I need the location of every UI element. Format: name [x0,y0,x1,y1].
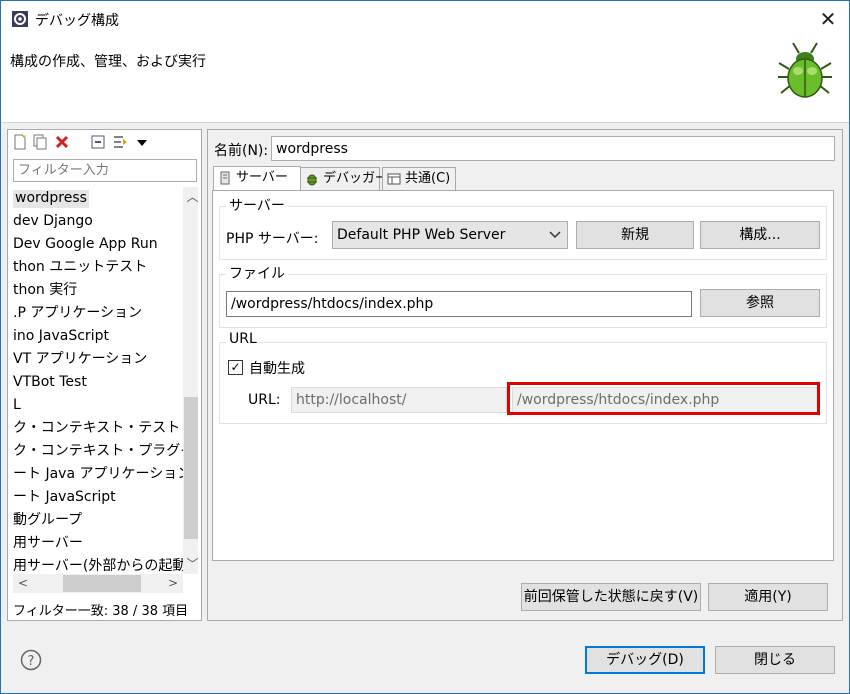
list-item[interactable]: ート Java アプリケーション [13,463,183,486]
list-item[interactable]: ク・コンテキスト・プラグイン・テ [13,440,183,463]
php-server-label: PHP サーバー: [226,231,319,247]
collapse-all-icon[interactable] [90,134,106,150]
server-tab-content: サーバー PHP サーバー: Default PHP Web Server 新規… [212,190,834,561]
horizontal-scrollbar[interactable]: < > [13,574,183,593]
new-server-button[interactable]: 新規 [576,221,694,249]
filter-icon[interactable] [112,134,128,150]
debug-bug-icon [778,42,832,98]
window-title: デバッグ構成 [35,13,119,29]
debug-configurations-dialog: デバッグ構成 ✕ 構成の作成、管理、および実行 フィルター入力 wordpres… [0,0,850,694]
url-group-title: URL [226,331,260,347]
url-base-field[interactable]: http://localhost/ [291,387,507,413]
list-item[interactable]: 用サーバー [13,532,183,555]
revert-button[interactable]: 前回保管した状態に戻す(V) [521,583,701,611]
chevron-down-icon[interactable] [134,134,150,150]
list-item[interactable]: .P アプリケーション [13,302,183,325]
file-group: ファイル /wordpress/htdocs/index.php 参照 [219,263,827,328]
name-label: 名前(N): [214,143,269,159]
scroll-left-icon[interactable]: < [13,574,33,593]
close-icon[interactable]: ✕ [813,5,843,33]
close-button[interactable]: 閉じる [715,646,835,674]
list-item[interactable]: VT アプリケーション [13,348,183,371]
bug-icon [307,174,317,186]
list-item[interactable]: thon 実行 [13,279,183,302]
duplicate-icon[interactable] [32,134,48,150]
list-item[interactable]: 動グループ [13,509,183,532]
scroll-right-icon[interactable]: > [163,574,183,593]
auto-generate-label: 自動生成 [249,361,305,377]
tab-common[interactable]: 共通(C) [382,167,456,191]
php-server-value: Default PHP Web Server [337,227,506,243]
svg-text:?: ? [28,654,35,669]
title-bar: デバッグ構成 ✕ [1,1,849,37]
debug-button[interactable]: デバッグ(D) [585,646,705,674]
auto-generate-checkbox[interactable]: ✓ [228,360,243,375]
list-item[interactable]: ino JavaScript [13,325,183,348]
file-path-field[interactable]: /wordpress/htdocs/index.php [226,291,692,317]
tab-debugger[interactable]: デバッガー [300,167,388,191]
name-field[interactable] [271,136,835,161]
configuration-toolbar [8,130,201,156]
vertical-scrollbar[interactable]: ︿ ﹀ [183,187,198,574]
scroll-up-icon[interactable]: ︿ [183,187,198,207]
file-group-title: ファイル [226,263,288,283]
configuration-list-items: wordpress dev Django Dev Google App Run … [13,187,183,574]
list-item[interactable]: ート JavaScript [13,486,183,509]
chevron-down-icon [549,231,561,239]
url-group: URL ✓ 自動生成 URL: http://localhost/ /wordp… [219,331,827,424]
tab-server-label: サーバー [236,170,288,185]
filter-match-status: フィルター一致: 38 / 38 項目 [13,604,189,619]
list-item[interactable]: thon ユニットテスト [13,256,183,279]
horizontal-scroll-thumb[interactable] [63,575,141,592]
apply-button[interactable]: 適用(Y) [708,583,828,611]
launch-configuration-tree-panel: wordpress dev Django Dev Google App Run … [7,129,202,621]
php-server-select[interactable]: Default PHP Web Server [332,221,568,249]
banner-description: 構成の作成、管理、および実行 [10,54,206,70]
common-icon [387,173,401,185]
help-icon[interactable]: ? [20,649,42,671]
configure-server-button[interactable]: 構成... [700,221,820,249]
header-banner: 構成の作成、管理、および実行 [1,37,849,123]
server-group-title: サーバー [226,195,288,215]
configuration-editor-panel: 名前(N): サーバー デバッガー 共通(C) サーバー PHP サーバー: [207,129,843,621]
new-configuration-icon[interactable] [12,134,28,150]
tab-common-label: 共通(C) [405,171,451,186]
browse-button[interactable]: 参照 [700,289,820,317]
list-item[interactable]: 用サーバー(外部からの起動) [13,555,183,574]
server-group: サーバー PHP サーバー: Default PHP Web Server 新規… [219,195,827,260]
list-item[interactable]: L [13,394,183,417]
vertical-scroll-thumb[interactable] [184,397,198,539]
configuration-list: wordpress dev Django Dev Google App Run … [13,187,198,593]
tab-server[interactable]: サーバー [213,166,301,192]
list-item[interactable]: dev Django [13,210,183,233]
eclipse-gear-icon [12,11,28,27]
list-item[interactable]: VTBot Test [13,371,183,394]
filter-input[interactable] [13,159,197,182]
scroll-down-icon[interactable]: ﹀ [183,554,198,574]
list-item[interactable]: Dev Google App Run [13,233,183,256]
server-icon [220,171,230,185]
url-label: URL: [248,392,281,408]
delete-icon[interactable] [54,134,70,150]
list-item[interactable]: ク・コンテキスト・テスト [13,417,183,440]
list-item[interactable]: wordpress [13,187,183,210]
url-path-highlight [507,382,820,415]
tab-debugger-label: デバッガー [323,171,389,186]
